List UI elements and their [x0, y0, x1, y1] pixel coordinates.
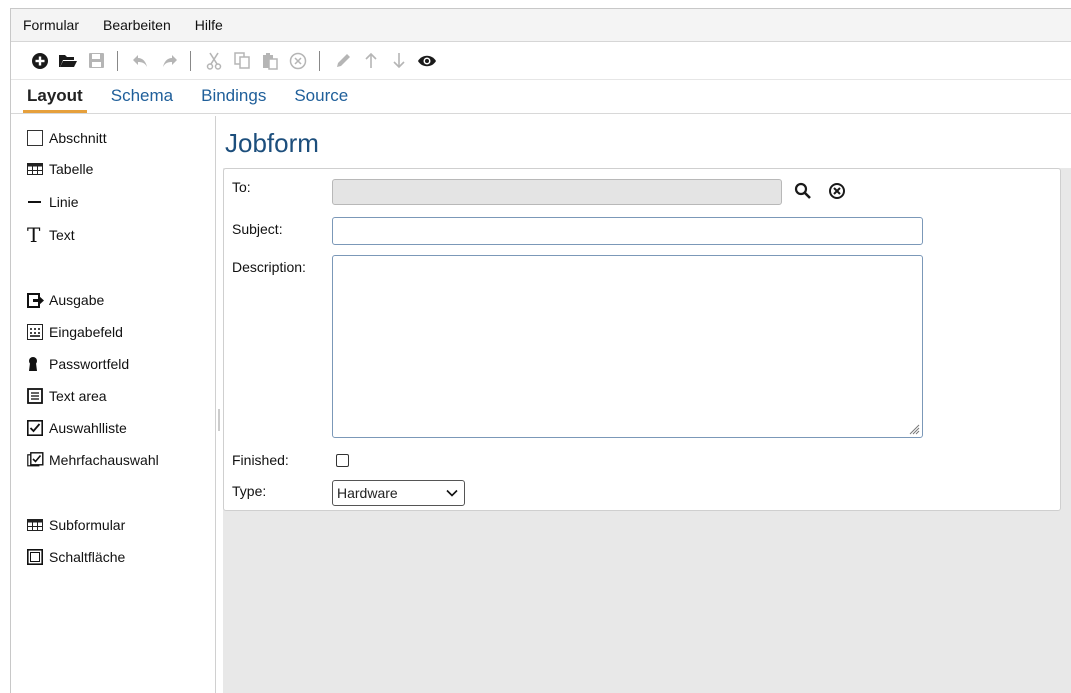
type-select[interactable]: Hardware: [332, 480, 465, 506]
text-t-icon: T: [27, 223, 41, 247]
palette-item-label: Text area: [49, 388, 107, 404]
plus-circle-icon[interactable]: [27, 48, 53, 74]
palette-item-label: Linie: [49, 194, 79, 210]
resize-handle-icon[interactable]: [908, 423, 920, 435]
output-icon: [27, 292, 47, 308]
palette-item-subformular[interactable]: Subformular: [27, 517, 125, 533]
palette-item-eingabefeld[interactable]: Eingabefeld: [27, 324, 123, 340]
clear-icon[interactable]: [828, 182, 846, 203]
redo-icon: [156, 48, 182, 74]
palette-item-passwortfeld[interactable]: Passwortfeld: [27, 356, 129, 372]
description-textarea[interactable]: [332, 255, 923, 438]
copy-icon: [229, 48, 255, 74]
search-icon[interactable]: [794, 182, 812, 203]
table-icon: [27, 163, 47, 175]
type-label: Type:: [232, 483, 267, 499]
move-up-icon: [358, 48, 384, 74]
menu-formular[interactable]: Formular: [23, 17, 79, 33]
to-label: To:: [232, 179, 251, 195]
palette-item-tabelle[interactable]: Tabelle: [27, 161, 93, 177]
save-icon: [83, 48, 109, 74]
tab-bar: Layout Schema Bindings Source: [11, 80, 1071, 114]
input-field-icon: [27, 324, 47, 340]
finished-checkbox[interactable]: [336, 454, 349, 467]
palette-item-label: Eingabefeld: [49, 324, 123, 340]
menu-bearbeiten[interactable]: Bearbeiten: [103, 17, 171, 33]
tab-bindings[interactable]: Bindings: [197, 86, 270, 113]
subject-field[interactable]: [332, 217, 923, 245]
menu-hilfe[interactable]: Hilfe: [195, 17, 223, 33]
menu-bar: Formular Bearbeiten Hilfe: [11, 9, 1071, 42]
palette-item-auswahlliste[interactable]: Auswahlliste: [27, 420, 127, 436]
palette-item-label: Schaltfläche: [49, 549, 126, 565]
palette-item-schaltflaeche[interactable]: Schaltfläche: [27, 549, 125, 565]
form-canvas: Jobform To: Subject: Description: Finish…: [223, 116, 1071, 693]
undo-icon: [128, 48, 154, 74]
description-label: Description:: [232, 259, 306, 275]
finished-label: Finished:: [232, 452, 289, 468]
cut-icon: [201, 48, 227, 74]
palette-item-text-area[interactable]: Text area: [27, 388, 107, 404]
form-title: Jobform: [225, 128, 319, 158]
palette-item-ausgabe[interactable]: Ausgabe: [27, 292, 104, 308]
checkbox-icon: [27, 420, 47, 436]
palette-item-label: Tabelle: [49, 161, 94, 177]
form-designer-window: Formular Bearbeiten Hilfe Layout Schema …: [10, 8, 1071, 693]
toolbar: [11, 42, 1071, 80]
palette-item-label: Abschnitt: [49, 130, 107, 146]
palette-item-label: Passwortfeld: [49, 356, 130, 372]
toolbar-separator: [117, 50, 118, 71]
move-down-icon: [386, 48, 412, 74]
palette-item-abschnitt[interactable]: Abschnitt: [27, 130, 107, 146]
palette-item-label: Auswahlliste: [49, 420, 127, 436]
edit-icon: [330, 48, 356, 74]
button-icon: [27, 549, 47, 565]
subform-table-icon: [27, 519, 47, 531]
toolbar-separator: [190, 50, 191, 71]
line-icon: [27, 197, 47, 207]
palette-item-label: Mehrfachauswahl: [49, 452, 159, 468]
keyhole-icon: [27, 356, 47, 372]
palette-item-text[interactable]: T Text: [27, 225, 75, 245]
text-area-icon: [27, 388, 47, 404]
toolbar-separator: [319, 50, 320, 71]
palette-item-linie[interactable]: Linie: [27, 194, 79, 210]
subject-label: Subject:: [232, 221, 283, 237]
delete-icon: [285, 48, 311, 74]
element-palette: Abschnitt Tabelle Linie T Text Ausgabe E…: [11, 116, 216, 693]
tab-source[interactable]: Source: [290, 86, 352, 113]
paste-icon: [257, 48, 283, 74]
preview-eye-icon[interactable]: [414, 48, 440, 74]
palette-item-mehrfachauswahl[interactable]: Mehrfachauswahl: [27, 452, 159, 468]
palette-item-label: Ausgabe: [49, 292, 105, 308]
splitter-handle[interactable]: [218, 409, 220, 431]
palette-item-label: Text: [49, 227, 75, 243]
form-title-area: Jobform: [223, 116, 1071, 168]
type-select-value: Hardware: [337, 485, 398, 501]
palette-item-label: Subformular: [49, 517, 126, 533]
section-icon: [27, 130, 47, 146]
to-field: [332, 179, 782, 205]
form-section[interactable]: To: Subject: Description: Finished: Type…: [223, 168, 1061, 511]
tab-schema[interactable]: Schema: [107, 86, 177, 113]
multi-checkbox-icon: [27, 452, 47, 468]
chevron-down-icon: [446, 489, 458, 497]
folder-open-icon[interactable]: [55, 48, 81, 74]
tab-layout[interactable]: Layout: [23, 86, 87, 113]
